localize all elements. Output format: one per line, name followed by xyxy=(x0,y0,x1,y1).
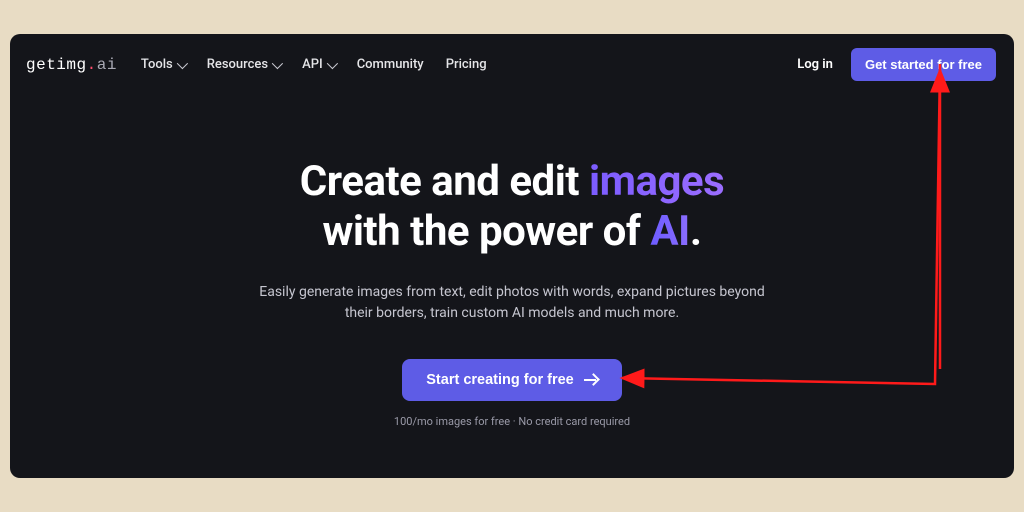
start-creating-button[interactable]: Start creating for free xyxy=(402,359,621,401)
chevron-down-icon xyxy=(272,57,283,68)
nav-label: Resources xyxy=(207,57,268,72)
nav-links: Tools Resources API Community Pricing xyxy=(141,57,487,72)
chevron-down-icon xyxy=(176,57,187,68)
nav-right: Log in Get started for free xyxy=(797,48,996,81)
headline-highlight-images: images xyxy=(589,157,724,206)
top-nav: getimg.ai Tools Resources API Community … xyxy=(10,34,1014,95)
page-frame: getimg.ai Tools Resources API Community … xyxy=(10,34,1014,478)
subtitle: Easily generate images from text, edit p… xyxy=(252,282,772,325)
nav-item-tools[interactable]: Tools xyxy=(141,57,185,72)
hero-section: Create and edit images with the power of… xyxy=(10,95,1014,428)
headline-line1-pre: Create and edit xyxy=(300,157,589,206)
chevron-down-icon xyxy=(326,57,337,68)
microcopy: 100/mo images for free · No credit card … xyxy=(10,415,1014,428)
nav-item-api[interactable]: API xyxy=(302,57,335,72)
logo[interactable]: getimg.ai xyxy=(26,56,117,74)
headline: Create and edit images with the power of… xyxy=(10,157,1014,258)
logo-text-2: ai xyxy=(97,56,117,74)
nav-label: API xyxy=(302,57,323,72)
logo-text-1: getimg xyxy=(26,56,87,74)
headline-line2-post: . xyxy=(690,207,702,256)
primary-button-label: Start creating for free xyxy=(426,372,573,388)
logo-dot: . xyxy=(87,56,97,74)
nav-label: Pricing xyxy=(446,57,487,72)
login-link[interactable]: Log in xyxy=(797,57,833,72)
nav-item-resources[interactable]: Resources xyxy=(207,57,280,72)
nav-item-community[interactable]: Community xyxy=(357,57,424,72)
nav-item-pricing[interactable]: Pricing xyxy=(446,57,487,72)
nav-label: Community xyxy=(357,57,424,72)
arrow-right-icon xyxy=(584,375,598,385)
get-started-button[interactable]: Get started for free xyxy=(851,48,996,81)
nav-label: Tools xyxy=(141,57,173,72)
headline-line2-pre: with the power of xyxy=(322,207,650,256)
headline-highlight-ai: AI xyxy=(650,207,690,256)
